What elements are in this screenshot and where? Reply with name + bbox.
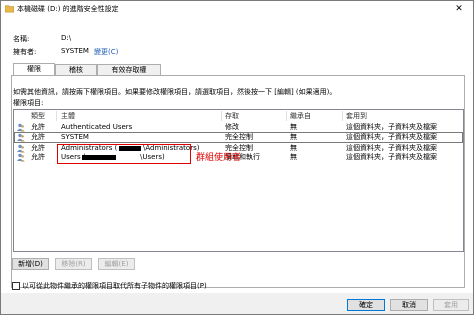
row-type: 允許 [31,123,45,131]
tab-effective-access[interactable]: 有效存取權 [97,64,161,75]
name-label: 名稱: [13,35,30,43]
row-type: 允許 [31,153,45,161]
column-divider [286,111,287,121]
advanced-security-window: 本機磁碟 (D:) 的進階安全性設定 ✕ 名稱: D:\ 擁有者: SYSTEM… [0,0,474,315]
cancel-button[interactable]: 取消 [390,299,428,311]
row-inherited: 無 [290,133,297,141]
column-header-inherited[interactable]: 繼承自 [290,111,311,121]
replace-child-permissions-checkbox[interactable] [12,282,20,290]
column-divider [221,111,222,121]
button-bar: 確定 取消 套用 [1,293,473,314]
add-button[interactable]: 新增(D) [12,258,49,270]
row-applies: 這個資料夾，子資料夾及檔案 [346,144,437,152]
table-row[interactable]: 允許 Authenticated Users 修改 無 這個資料夾，子資料夾及檔… [15,123,462,132]
row-principal: SYSTEM [61,133,89,141]
permission-entries-list[interactable]: 類型 主體 存取 繼承自 套用到 允許 Authenticated Users … [13,109,464,252]
edit-button[interactable]: 編輯(E) [98,258,135,270]
folder-icon [5,5,14,13]
user-group-icon [17,133,25,142]
tab-permissions[interactable]: 權限 [13,63,55,75]
close-icon: ✕ [455,4,463,14]
title-bar: 本機磁碟 (D:) 的進階安全性設定 ✕ [1,1,473,17]
column-header-principal[interactable]: 主體 [61,111,75,121]
row-applies: 這個資料夾，子資料夾及檔案 [346,133,437,141]
window-title: 本機磁碟 (D:) 的進階安全性設定 [17,5,119,13]
column-header-applies[interactable]: 套用到 [346,111,367,121]
row-applies: 這個資料夾，子資料夾及檔案 [346,153,437,161]
ok-button[interactable]: 確定 [347,299,385,311]
entries-label: 權限項目: [13,99,44,107]
table-row[interactable]: 允許 SYSTEM 完全控制 無 這個資料夾，子資料夾及檔案 [14,132,463,143]
row-type: 允許 [31,144,45,152]
user-group-icon [17,144,25,153]
owner-value: SYSTEM [61,47,89,55]
info-text: 如需其他資訊，請按兩下權限項目。如果要修改權限項目，請選取項目，然後按一下 [編… [13,88,337,96]
tab-auditing[interactable]: 稽核 [55,64,97,75]
row-applies: 這個資料夾，子資料夾及檔案 [346,123,437,131]
checkbox-label: 以可從此物件繼承的權限項目取代所有子物件的權限項目(P) [22,282,207,290]
row-inherited: 無 [290,144,297,152]
annotation-label: 群組使用者 [196,153,242,163]
change-owner-link[interactable]: 變更(C) [94,47,118,57]
user-group-icon [17,153,25,162]
row-principal: Authenticated Users [61,123,133,131]
column-divider [342,111,343,121]
remove-button[interactable]: 移除(R) [55,258,92,270]
row-access: 完全控制 [225,133,253,141]
close-button[interactable]: ✕ [445,1,473,17]
user-group-icon [17,123,25,132]
column-divider [56,111,57,121]
row-access: 修改 [225,123,239,131]
row-type: 允許 [31,133,45,141]
highlight-box [57,144,191,164]
name-value: D:\ [61,34,72,42]
row-inherited: 無 [290,153,297,161]
owner-label: 擁有者: [13,48,37,56]
column-header-type[interactable]: 類型 [31,111,45,121]
tab-strip: 權限 稽核 有效存取權 [11,63,463,75]
column-header-access[interactable]: 存取 [225,111,239,121]
apply-button[interactable]: 套用 [433,299,469,311]
row-inherited: 無 [290,123,297,131]
